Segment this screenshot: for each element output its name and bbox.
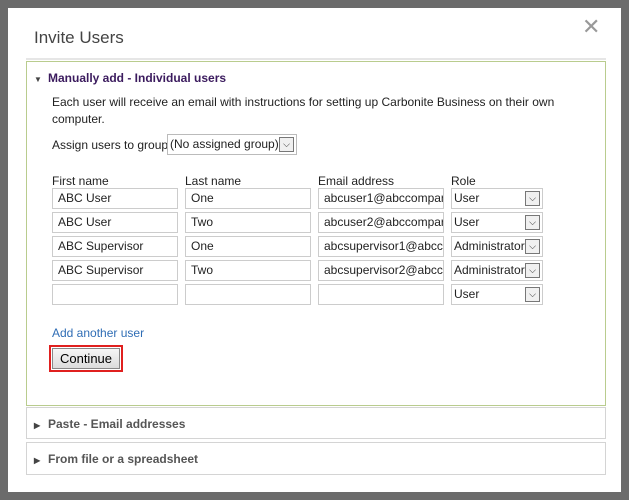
group-label: Assign users to group — [52, 138, 169, 152]
role-select[interactable]: User ⌵ — [451, 188, 543, 209]
role-select[interactable]: Administrator ⌵ — [451, 260, 543, 281]
close-icon[interactable]: ✕ — [582, 14, 600, 40]
first-name-input[interactable]: ABC User — [52, 188, 178, 209]
manual-add-title: Manually add - Individual users — [48, 71, 227, 85]
last-name-input[interactable] — [185, 284, 311, 305]
description: Each user will receive an email with ins… — [52, 95, 555, 126]
manual-add-header[interactable]: ▼ Manually add - Individual users — [34, 71, 226, 85]
role-value: User — [454, 191, 480, 205]
col-first-name: First name — [52, 174, 109, 188]
email-input[interactable]: abcsupervisor2@abcc — [318, 260, 444, 281]
group-select[interactable]: (No assigned group) ⌵ — [167, 134, 297, 155]
last-name-input[interactable]: Two — [185, 212, 311, 233]
add-another-user-link[interactable]: Add another user — [52, 326, 144, 340]
chevron-down-icon: ⌵ — [525, 239, 540, 254]
caret-down-icon: ▼ — [34, 75, 42, 84]
chevron-down-icon: ⌵ — [525, 263, 540, 278]
group-value: (No assigned group) — [170, 137, 279, 151]
continue-button[interactable]: Continue — [52, 348, 120, 369]
email-input[interactable]: abcuser2@abccompar — [318, 212, 444, 233]
role-value: Administrator — [454, 239, 525, 253]
divider — [26, 58, 606, 60]
paste-emails-panel[interactable]: ▶ Paste - Email addresses — [26, 407, 606, 439]
first-name-input[interactable]: ABC User — [52, 212, 178, 233]
last-name-input[interactable]: One — [185, 236, 311, 257]
from-file-panel[interactable]: ▶ From file or a spreadsheet — [26, 442, 606, 475]
first-name-input[interactable]: ABC Supervisor — [52, 236, 178, 257]
manual-add-panel: ▼ Manually add - Individual users Each us… — [26, 61, 606, 406]
first-name-input[interactable]: ABC Supervisor — [52, 260, 178, 281]
chevron-down-icon: ⌵ — [279, 137, 294, 152]
role-value: User — [454, 215, 480, 229]
col-last-name: Last name — [185, 174, 242, 188]
chevron-down-icon: ⌵ — [525, 287, 540, 302]
chevron-down-icon: ⌵ — [525, 191, 540, 206]
last-name-input[interactable]: Two — [185, 260, 311, 281]
role-select[interactable]: User ⌵ — [451, 212, 543, 233]
email-input[interactable]: abcuser1@abccompar — [318, 188, 444, 209]
col-role: Role — [451, 174, 476, 188]
caret-right-icon: ▶ — [34, 456, 41, 465]
dialog-title: Invite Users — [34, 28, 124, 47]
paste-emails-header[interactable]: ▶ Paste - Email addresses — [34, 417, 185, 431]
paste-title: Paste - Email addresses — [48, 417, 186, 431]
role-select[interactable]: Administrator ⌵ — [451, 236, 543, 257]
email-input[interactable] — [318, 284, 444, 305]
role-select[interactable]: User ⌵ — [451, 284, 543, 305]
email-input[interactable]: abcsupervisor1@abcc — [318, 236, 444, 257]
invite-users-dialog: Invite Users ✕ ▼ Manually add - Individua… — [8, 8, 621, 492]
caret-right-icon: ▶ — [34, 421, 41, 430]
chevron-down-icon: ⌵ — [525, 215, 540, 230]
file-title: From file or a spreadsheet — [48, 452, 199, 466]
from-file-header[interactable]: ▶ From file or a spreadsheet — [34, 452, 198, 466]
col-email: Email address — [318, 174, 395, 188]
continue-button-highlight: Continue — [49, 345, 123, 372]
role-value: Administrator — [454, 263, 525, 277]
first-name-input[interactable] — [52, 284, 178, 305]
role-value: User — [454, 287, 480, 301]
last-name-input[interactable]: One — [185, 188, 311, 209]
